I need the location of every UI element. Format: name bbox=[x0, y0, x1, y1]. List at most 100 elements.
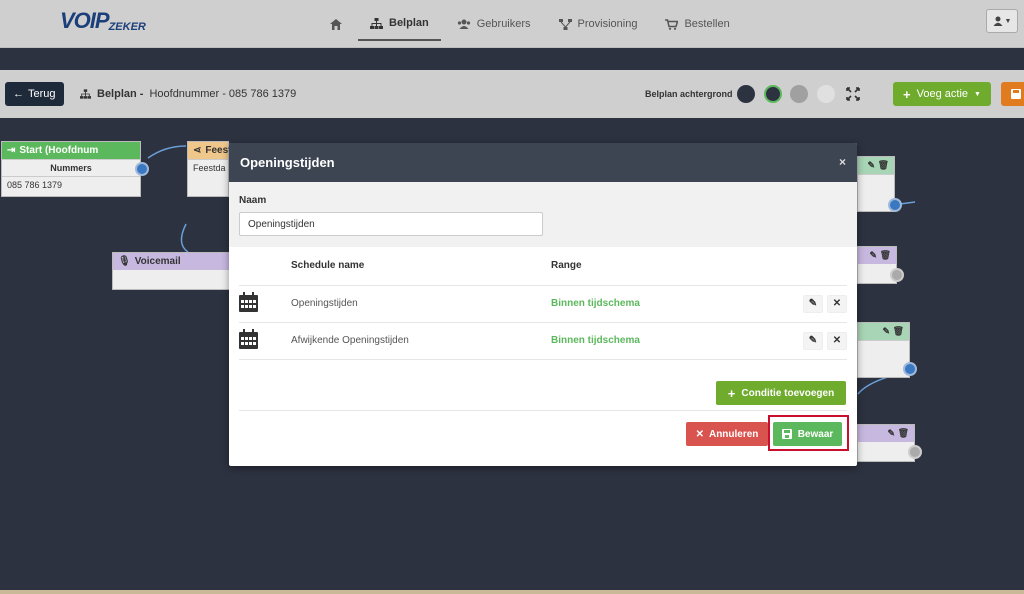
table-bottom-border bbox=[239, 358, 847, 360]
add-condition-button[interactable]: + Conditie toevoegen bbox=[716, 381, 846, 405]
connector-dot[interactable] bbox=[890, 268, 904, 282]
voipzeker-logo[interactable]: VOIPZEKER bbox=[60, 8, 146, 34]
table-row[interactable]: Afwijkende Openingstijden Binnen tijdsch… bbox=[239, 321, 847, 359]
close-icon[interactable]: × bbox=[839, 155, 846, 169]
delete-button[interactable]: ✕ bbox=[827, 294, 847, 313]
caret-down-icon: ▼ bbox=[974, 90, 981, 98]
connector-dot[interactable] bbox=[903, 362, 917, 376]
schedule-name: Afwijkende Openingstijden bbox=[291, 321, 551, 359]
table-header-row: Schedule name Range bbox=[239, 247, 847, 285]
plus-icon: + bbox=[903, 86, 911, 102]
sitemap-icon bbox=[370, 17, 383, 29]
page-title-name: Hoofdnummer - 085 786 1379 bbox=[149, 88, 297, 100]
nodes-icon bbox=[558, 18, 572, 30]
cancel-button-label: Annuleren bbox=[708, 428, 759, 440]
arrow-left-icon: ← bbox=[13, 88, 24, 100]
main-nav: Belplan Gebruikers Provisioning Bestelle… bbox=[318, 0, 742, 48]
name-input[interactable] bbox=[239, 212, 543, 236]
table-row[interactable]: Openingstijden Binnen tijdschema ✎ ✕ bbox=[239, 284, 847, 322]
voicemail-node-header: 🎙 Voicemail bbox=[113, 253, 229, 270]
schedule-name: Openingstijden bbox=[291, 284, 551, 322]
save-plan-button[interactable] bbox=[1001, 82, 1024, 106]
page-title: Belplan - Hoofdnummer - 085 786 1379 bbox=[80, 88, 296, 100]
range-value: Binnen tijdschema bbox=[551, 284, 771, 322]
nav-gebruikers-label: Gebruikers bbox=[476, 18, 531, 30]
voicemail-node-title: Voicemail bbox=[134, 256, 181, 267]
calendar-icon bbox=[239, 329, 258, 349]
bg-swatch-grey[interactable] bbox=[790, 85, 808, 103]
belplan-toolbar: ← Terug Belplan - Hoofdnummer - 085 786 … bbox=[0, 70, 1024, 118]
add-action-label: Voeg actie bbox=[916, 88, 969, 100]
user-menu-button[interactable]: ▼ bbox=[986, 9, 1018, 33]
name-section: Naam bbox=[229, 182, 857, 247]
add-action-button[interactable]: + Voeg actie ▼ bbox=[893, 82, 991, 106]
name-label: Naam bbox=[239, 195, 267, 206]
nav-belplan[interactable]: Belplan bbox=[358, 7, 441, 41]
right-node-3-row bbox=[858, 340, 909, 357]
home-icon bbox=[330, 18, 342, 30]
caret-down-icon: ▼ bbox=[1004, 17, 1012, 25]
calendar-cell bbox=[239, 321, 291, 359]
fullscreen-icon[interactable] bbox=[846, 87, 860, 104]
nav-bestellen-label: Bestellen bbox=[684, 18, 730, 30]
cancel-button[interactable]: ✕ Annuleren bbox=[686, 422, 768, 446]
pencil-icon: ✎ bbox=[808, 298, 818, 309]
calendar-cell bbox=[239, 284, 291, 322]
modal-header: Openingstijden × bbox=[229, 143, 857, 182]
nav-provisioning[interactable]: Provisioning bbox=[547, 7, 650, 41]
footer-divider bbox=[239, 410, 847, 411]
actions-header bbox=[771, 247, 847, 285]
calendar-icon bbox=[239, 292, 258, 312]
save-button-highlight bbox=[768, 415, 849, 451]
sitemap-icon bbox=[80, 89, 91, 99]
nav-gebruikers[interactable]: Gebruikers bbox=[445, 7, 543, 41]
back-button[interactable]: ← Terug bbox=[5, 82, 64, 106]
microphone-icon: 🎙 bbox=[118, 256, 131, 267]
range-header: Range bbox=[551, 260, 582, 272]
bg-swatch-dark-selected[interactable] bbox=[764, 85, 782, 103]
plus-icon: + bbox=[727, 385, 736, 401]
nav-provisioning-label: Provisioning bbox=[577, 18, 638, 30]
delete-button[interactable]: ✕ bbox=[827, 331, 847, 350]
logo-subtext: ZEKER bbox=[108, 21, 146, 33]
right-node-4[interactable]: ✎ 🗑 bbox=[857, 424, 915, 462]
save-icon bbox=[1011, 89, 1021, 99]
bottom-strip bbox=[0, 590, 1024, 594]
cart-icon bbox=[665, 18, 679, 30]
page-title-prefix: Belplan - bbox=[97, 88, 144, 100]
nav-bestellen[interactable]: Bestellen bbox=[653, 7, 741, 41]
edit-button[interactable]: ✎ bbox=[803, 294, 823, 313]
icon-column-header bbox=[239, 247, 291, 285]
modal-title: Openingstijden bbox=[240, 155, 335, 170]
openingstijden-modal: Openingstijden × Naam Schedule name Rang… bbox=[229, 143, 857, 466]
bg-swatch-dark[interactable] bbox=[737, 85, 755, 103]
close-icon: ✕ bbox=[695, 428, 704, 440]
pencil-icon: ✎ bbox=[808, 335, 818, 346]
row-actions: ✎ ✕ bbox=[771, 284, 847, 322]
right-node-2-header: ✎ 🗑 bbox=[858, 247, 896, 264]
voicemail-node[interactable]: 🎙 Voicemail bbox=[112, 252, 230, 290]
nav-home[interactable] bbox=[318, 7, 354, 41]
right-node-4-header: ✎ 🗑 bbox=[858, 425, 914, 442]
nav-belplan-label: Belplan bbox=[389, 17, 429, 29]
schedule-name-header: Schedule name bbox=[291, 260, 365, 272]
logo-text: VOIP bbox=[60, 8, 110, 33]
close-icon: ✕ bbox=[832, 335, 842, 346]
connector-dot[interactable] bbox=[888, 198, 902, 212]
background-label: Belplan achtergrond bbox=[645, 89, 733, 99]
bg-swatch-light[interactable] bbox=[817, 85, 835, 103]
right-node-3-header: ✎ 🗑 bbox=[858, 323, 909, 340]
edit-button[interactable]: ✎ bbox=[803, 331, 823, 350]
range-value: Binnen tijdschema bbox=[551, 321, 771, 359]
user-icon bbox=[993, 16, 1003, 26]
back-button-label: Terug bbox=[28, 88, 56, 100]
close-icon: ✕ bbox=[832, 298, 842, 309]
users-icon bbox=[457, 19, 470, 29]
add-condition-label: Conditie toevoegen bbox=[741, 387, 835, 399]
right-node-1-row bbox=[858, 174, 894, 191]
top-navbar: VOIPZEKER Belplan Gebruikers Provisionin… bbox=[0, 0, 1024, 48]
connector-dot[interactable] bbox=[908, 445, 922, 459]
right-node-1-header: ✎ 🗑 bbox=[858, 157, 894, 174]
row-actions: ✎ ✕ bbox=[771, 321, 847, 359]
schedule-table: Schedule name Range Openingstijden Binne… bbox=[239, 247, 847, 360]
